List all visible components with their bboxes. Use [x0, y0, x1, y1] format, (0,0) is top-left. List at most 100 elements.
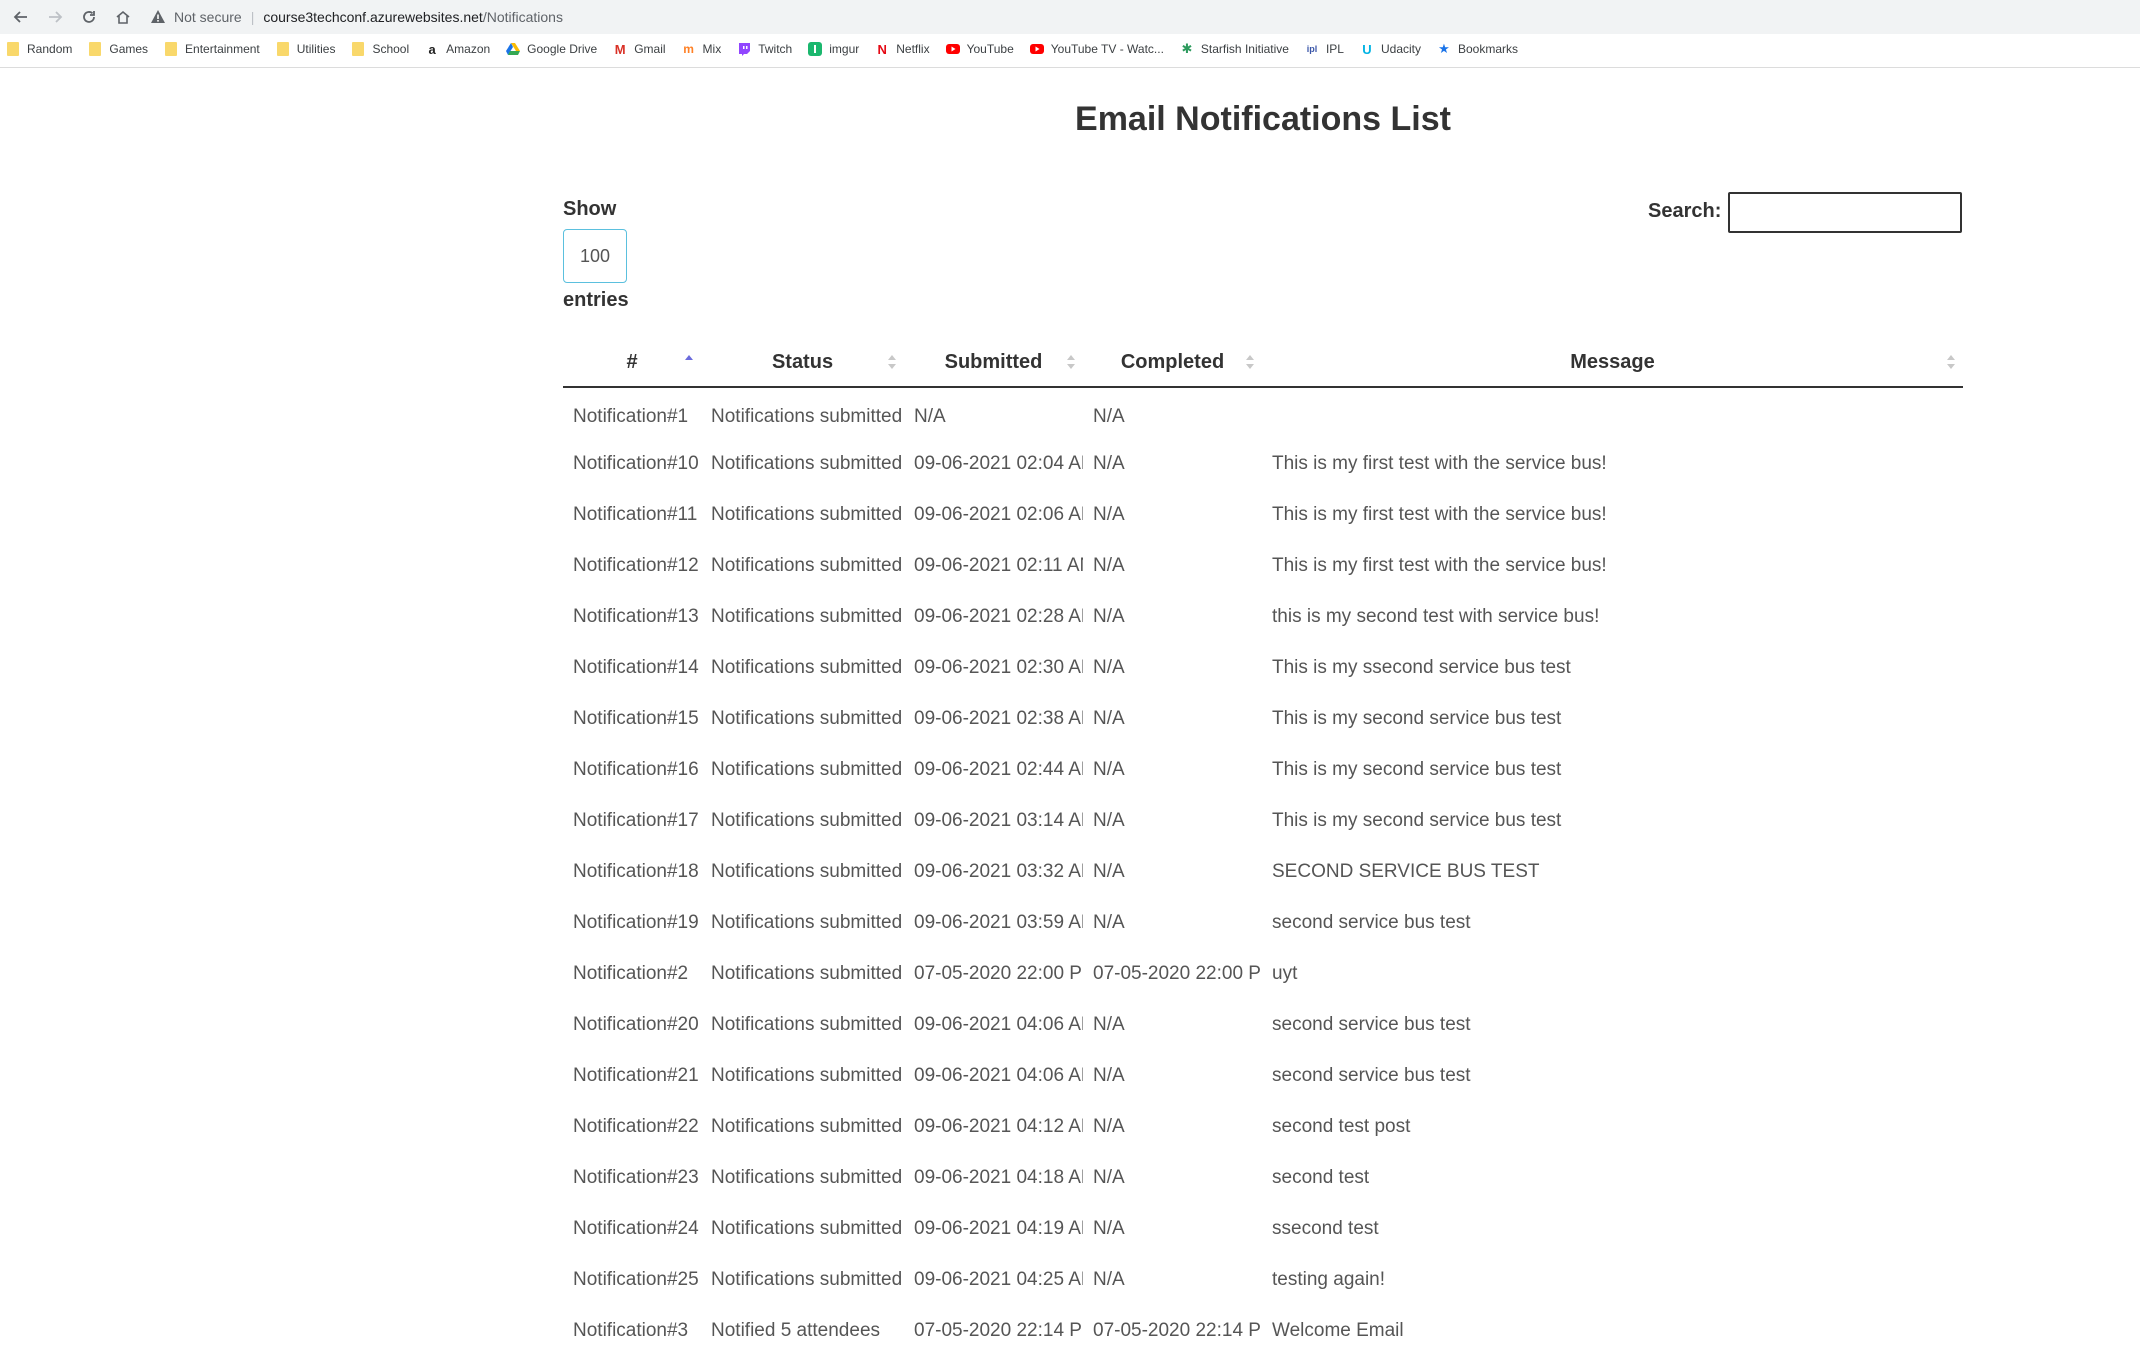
column-header-label: Status	[771, 351, 834, 373]
bookmark-gmail[interactable]: M Gmail	[613, 41, 666, 57]
reload-button[interactable]	[76, 4, 102, 30]
twitch-icon	[737, 42, 751, 56]
bookmark-twitch[interactable]: Twitch	[737, 42, 792, 56]
back-button[interactable]	[8, 4, 34, 30]
sort-asc-icon	[685, 355, 693, 360]
gmail-icon: M	[614, 41, 626, 57]
imgur-icon	[808, 42, 823, 56]
table-row: Notification#25 Notifications submitted 09…	[563, 1254, 1963, 1305]
cell-status: Notified 5 attendees	[711, 1319, 881, 1341]
cell-completed: N/A	[1093, 406, 1125, 427]
bookmark-label: Netflix	[896, 42, 930, 56]
sort-both-icon	[1246, 355, 1254, 369]
bookmark-youtube-tv-watc[interactable]: YouTube TV - Watc...	[1029, 42, 1164, 56]
cell-number: Notification#10	[573, 452, 699, 474]
cell-status: Notifications submitted	[711, 809, 903, 831]
column-header-label: Completed	[1120, 351, 1225, 373]
table-row: Notification#16 Notifications submitted 09…	[563, 744, 1963, 795]
cell-status: Notifications submitted	[711, 707, 903, 729]
cell-number: Notification#13	[573, 605, 699, 627]
address-bar[interactable]: Not secure | course3techconf.azurewebsit…	[150, 4, 563, 30]
table-row: Notification#17 Notifications submitted 09…	[563, 795, 1963, 846]
table-row: Notification#23 Notifications submitted 09…	[563, 1152, 1963, 1203]
column-header-status[interactable]: Status	[701, 339, 904, 388]
bookmark-mix[interactable]: m Mix	[682, 42, 721, 56]
bookmark-udacity[interactable]: U Udacity	[1360, 42, 1421, 57]
cell-completed: N/A	[1093, 1217, 1125, 1239]
column-header-submitted[interactable]: Submitted	[904, 339, 1083, 388]
table-row: Notification#12 Notifications submitted 09…	[563, 540, 1963, 591]
bookmark-youtube[interactable]: YouTube	[945, 42, 1014, 56]
cell-submitted: 09-06-2021 04:25 AM	[914, 1268, 1083, 1290]
bookmark-label: IPL	[1325, 42, 1344, 56]
cell-number: Notification#3	[573, 1319, 689, 1341]
cell-status: Notifications submitted	[711, 962, 903, 984]
search-label: Search:	[1648, 200, 1722, 222]
cell-submitted: 07-05-2020 22:14 PM	[914, 1319, 1083, 1341]
home-button[interactable]	[110, 4, 136, 30]
bookmark-games[interactable]: Games	[88, 42, 148, 56]
bookmark-entertainment[interactable]: Entertainment	[164, 42, 260, 56]
cell-number: Notification#24	[573, 1217, 699, 1239]
table-body: Notification#1 Notifications submitted N/A…	[563, 387, 1963, 1356]
cell-status: Notifications submitted	[711, 503, 903, 525]
mix-icon: m	[683, 42, 694, 56]
table-row: Notification#13 Notifications submitted 09…	[563, 591, 1963, 642]
column-header-completed[interactable]: Completed	[1083, 339, 1262, 388]
cell-status: Notifications submitted	[711, 406, 903, 427]
cell-completed: 07-05-2020 22:14 PM	[1093, 1319, 1262, 1341]
search-input[interactable]	[1728, 192, 1962, 233]
cell-submitted: 09-06-2021 02:06 AM	[914, 503, 1083, 525]
back-arrow-icon	[13, 11, 27, 23]
bookmark-amazon[interactable]: a Amazon	[425, 42, 491, 57]
google-drive-icon	[506, 42, 521, 56]
cell-completed: N/A	[1093, 758, 1125, 780]
cell-message: This is my second service bus test	[1272, 758, 1562, 780]
forward-button[interactable]	[42, 4, 68, 30]
page-title: Email Notifications List	[1075, 100, 1451, 138]
bookmark-imgur[interactable]: imgur	[808, 42, 859, 56]
table-row: Notification#22 Notifications submitted 09…	[563, 1101, 1963, 1152]
table-row: Notification#10 Notifications submitted 09…	[563, 438, 1963, 489]
cell-status: Notifications submitted	[711, 605, 903, 627]
bookmark-starfish-initiative[interactable]: ✱ Starfish Initiative	[1180, 41, 1289, 56]
cell-completed: N/A	[1093, 1115, 1125, 1137]
bookmark-ipl[interactable]: ipl IPL	[1305, 42, 1344, 56]
ipl-icon: ipl	[1306, 44, 1318, 54]
cell-completed: N/A	[1093, 1064, 1125, 1086]
cell-number: Notification#16	[573, 758, 699, 780]
bookmark-label: Amazon	[446, 42, 491, 56]
bookmark-school[interactable]: School	[351, 42, 409, 56]
column-header-number[interactable]: #	[563, 339, 701, 388]
starfish-icon: ✱	[1181, 41, 1193, 56]
bookmark-random[interactable]: Random	[6, 42, 72, 56]
cell-completed: N/A	[1093, 656, 1125, 678]
cell-message: second service bus test	[1272, 1013, 1471, 1035]
cell-submitted: 09-06-2021 02:28 AM	[914, 605, 1083, 627]
bookmark-label: YouTube TV - Watc...	[1050, 42, 1164, 56]
cell-status: Notifications submitted	[711, 1166, 903, 1188]
bookmark-label: Starfish Initiative	[1200, 42, 1289, 56]
table-row: Notification#21 Notifications submitted 09…	[563, 1050, 1963, 1101]
column-header-message[interactable]: Message	[1262, 339, 1963, 388]
cell-number: Notification#14	[573, 656, 699, 678]
folder-icon	[164, 42, 178, 56]
cell-message: testing again!	[1272, 1268, 1386, 1290]
bookmark-bookmarks[interactable]: ★ Bookmarks	[1437, 41, 1518, 56]
bookmark-netflix[interactable]: N Netflix	[875, 42, 930, 57]
cell-submitted: 09-06-2021 04:06 AM	[914, 1064, 1083, 1086]
column-header-label: Submitted	[944, 351, 1043, 373]
bookmark-google-drive[interactable]: Google Drive	[506, 42, 597, 56]
cell-message: This is my first test with the service b…	[1272, 452, 1607, 474]
cell-number: Notification#25	[573, 1268, 699, 1290]
cell-completed: N/A	[1093, 605, 1125, 627]
home-icon	[116, 10, 130, 24]
cell-message: This is my first test with the service b…	[1272, 554, 1607, 576]
cell-completed: N/A	[1093, 911, 1125, 933]
cell-completed: N/A	[1093, 503, 1125, 525]
folder-icon	[6, 42, 20, 56]
page-length-select[interactable]: 100	[563, 229, 627, 283]
bookmark-utilities[interactable]: Utilities	[276, 42, 335, 56]
show-label: Show	[563, 198, 617, 220]
cell-number: Notification#20	[573, 1013, 699, 1035]
